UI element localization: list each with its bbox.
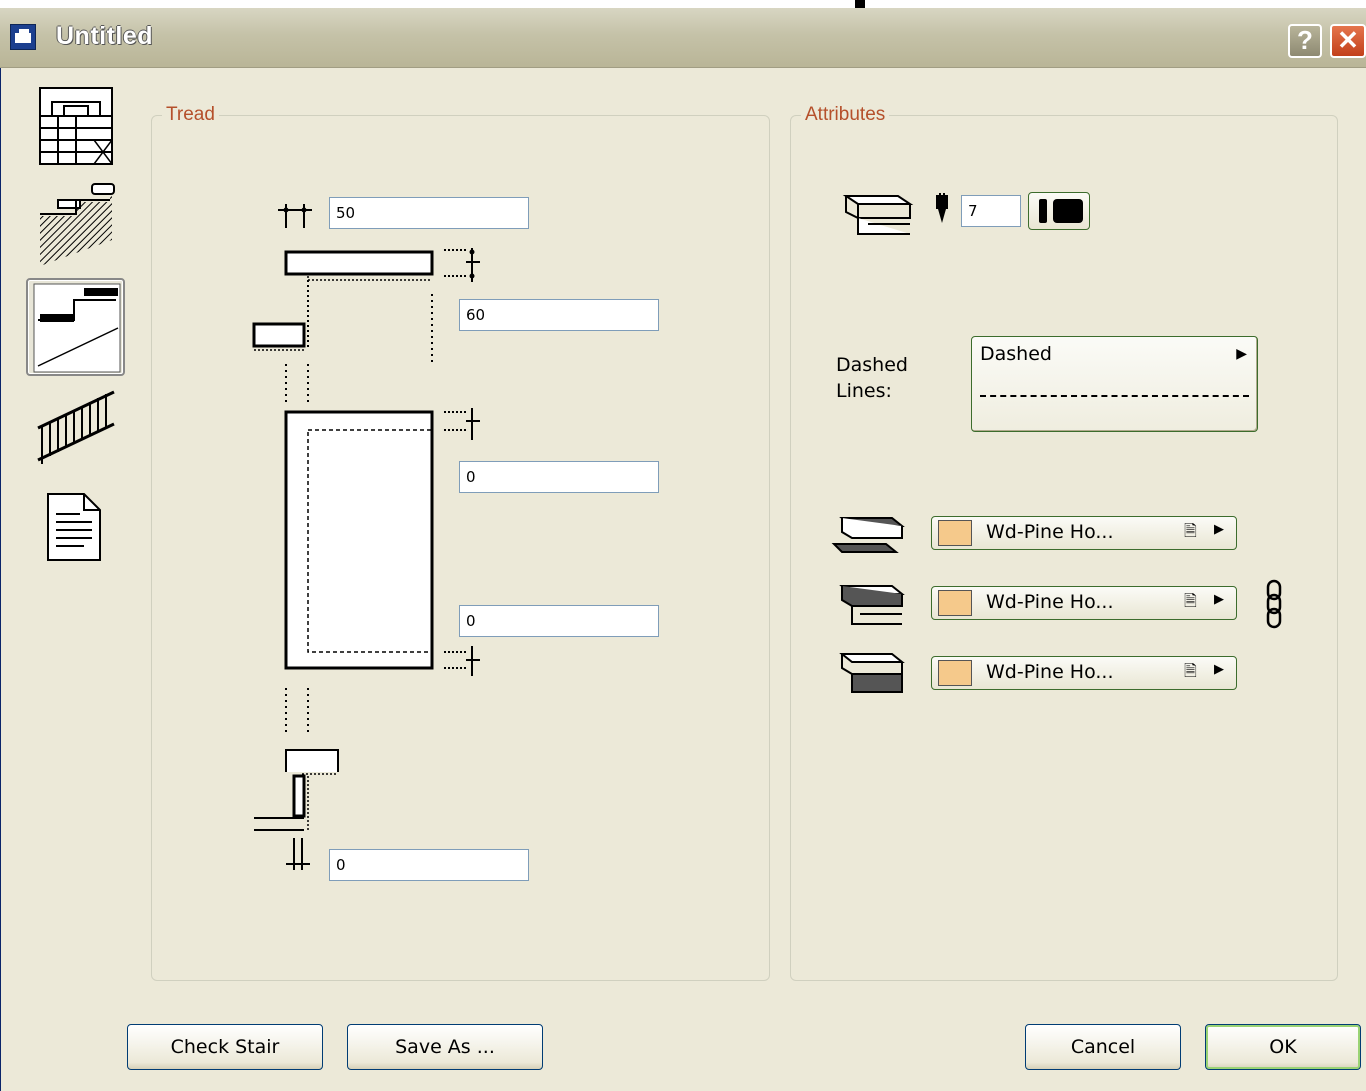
thickness-dimension-icon [278,204,312,228]
tread-contour-icon [842,195,914,235]
material-settings-icon[interactable]: 🗎 [1184,590,1197,617]
help-button[interactable]: ? [1288,24,1322,58]
attributes-legend: Attributes [805,104,886,125]
offset-top-dimension-icon [444,408,480,440]
tread-legend: Tread [166,104,215,125]
material-swatch [938,660,972,686]
offset-bottom-dimension-icon [444,646,480,676]
offset-bottom-input[interactable] [459,605,659,637]
pen-weight-icon [1039,199,1083,223]
material-name: Wd-Pine Ho... [986,591,1114,613]
dashed-lines-label: Dashed Lines: [836,354,908,402]
dropdown-arrow-icon: ▶ [1214,662,1224,677]
bottom-material-selector[interactable]: Wd-Pine Ho... 🗎 ▶ [931,656,1237,690]
dashed-line-selector[interactable]: Dashed ▶ [971,336,1258,432]
dropdown-arrow-icon: ▶ [1214,522,1224,537]
nav-railing[interactable] [36,384,116,468]
dashed-line-sample [980,395,1249,397]
nav-stair-plan[interactable] [36,86,116,170]
stair-structure-icon [40,183,115,266]
window-title: Untitled [56,22,154,50]
edge-material-selector[interactable]: Wd-Pine Ho... 🗎 ▶ [931,586,1237,620]
tread-thickness-input[interactable] [329,197,529,229]
top-surface-material-icon [831,517,905,553]
chain-link-icon[interactable] [1264,579,1284,631]
pen-icon [936,193,948,223]
pen-weight-selector[interactable] [1028,192,1090,230]
nosing-input[interactable] [459,299,659,331]
offset-top-input[interactable] [459,461,659,493]
material-name: Wd-Pine Ho... [986,661,1114,683]
material-settings-icon[interactable]: 🗎 [1184,660,1197,687]
top-material-selector[interactable]: Wd-Pine Ho... 🗎 ▶ [931,516,1237,550]
tread-icon [33,283,121,373]
app-icon [10,24,36,50]
bottom-value-input[interactable] [329,849,529,881]
line-type-name: Dashed [980,343,1052,365]
tread-section-diagram [252,204,480,870]
dropdown-arrow-icon: ▶ [1236,345,1247,361]
stair-plan-icon [39,87,113,165]
bottom-surface-material-icon [839,653,905,693]
title-bar[interactable]: Untitled ? ✕ [0,8,1366,68]
save-as-button[interactable]: Save As ... [347,1024,543,1070]
dropdown-arrow-icon: ▶ [1214,592,1224,607]
material-swatch [938,520,972,546]
nav-stair-structure[interactable] [36,180,116,270]
nav-listing[interactable] [44,490,104,564]
cancel-button[interactable]: Cancel [1025,1024,1181,1070]
nosing-dimension-icon [444,248,480,282]
bottom-dimension-icon [286,838,310,870]
listing-icon [47,493,101,561]
railing-icon [37,390,115,464]
pen-number-input[interactable] [961,195,1021,227]
material-settings-icon[interactable]: 🗎 [1184,520,1197,547]
nav-tread[interactable] [26,278,125,376]
check-stair-button[interactable]: Check Stair [127,1024,323,1070]
ok-button[interactable]: OK [1205,1024,1361,1070]
edge-material-icon [839,585,905,625]
material-name: Wd-Pine Ho... [986,521,1114,543]
close-button[interactable]: ✕ [1330,24,1366,58]
material-swatch [938,590,972,616]
screen-edge-mark [855,0,865,8]
